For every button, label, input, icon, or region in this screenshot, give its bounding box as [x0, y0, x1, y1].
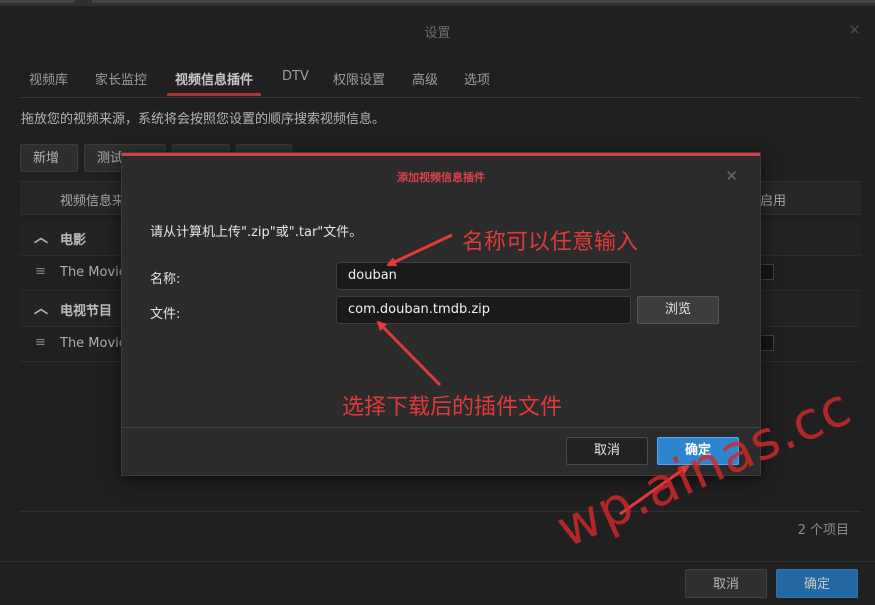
add-plugin-modal: 添加视频信息插件 ✕ 请从计算机上传".zip"或".tar"文件。 名称: d…	[121, 152, 761, 476]
close-icon[interactable]: ✕	[725, 167, 738, 185]
modal-cancel-button[interactable]: 取消	[566, 437, 648, 465]
modal-title: 添加视频信息插件	[397, 171, 485, 184]
name-field[interactable]: douban	[336, 262, 631, 290]
file-label: 文件:	[150, 307, 181, 322]
browse-button[interactable]: 浏览	[637, 296, 719, 324]
file-field[interactable]: com.douban.tmdb.zip	[336, 296, 631, 324]
file-annotation: 选择下载后的插件文件	[342, 395, 563, 420]
upload-hint: 请从计算机上传".zip"或".tar"文件。	[150, 225, 363, 240]
name-annotation: 名称可以任意输入	[462, 230, 639, 255]
modal-accent-bar	[122, 153, 760, 156]
name-label: 名称:	[150, 272, 181, 287]
modal-footer-divider	[122, 427, 760, 428]
